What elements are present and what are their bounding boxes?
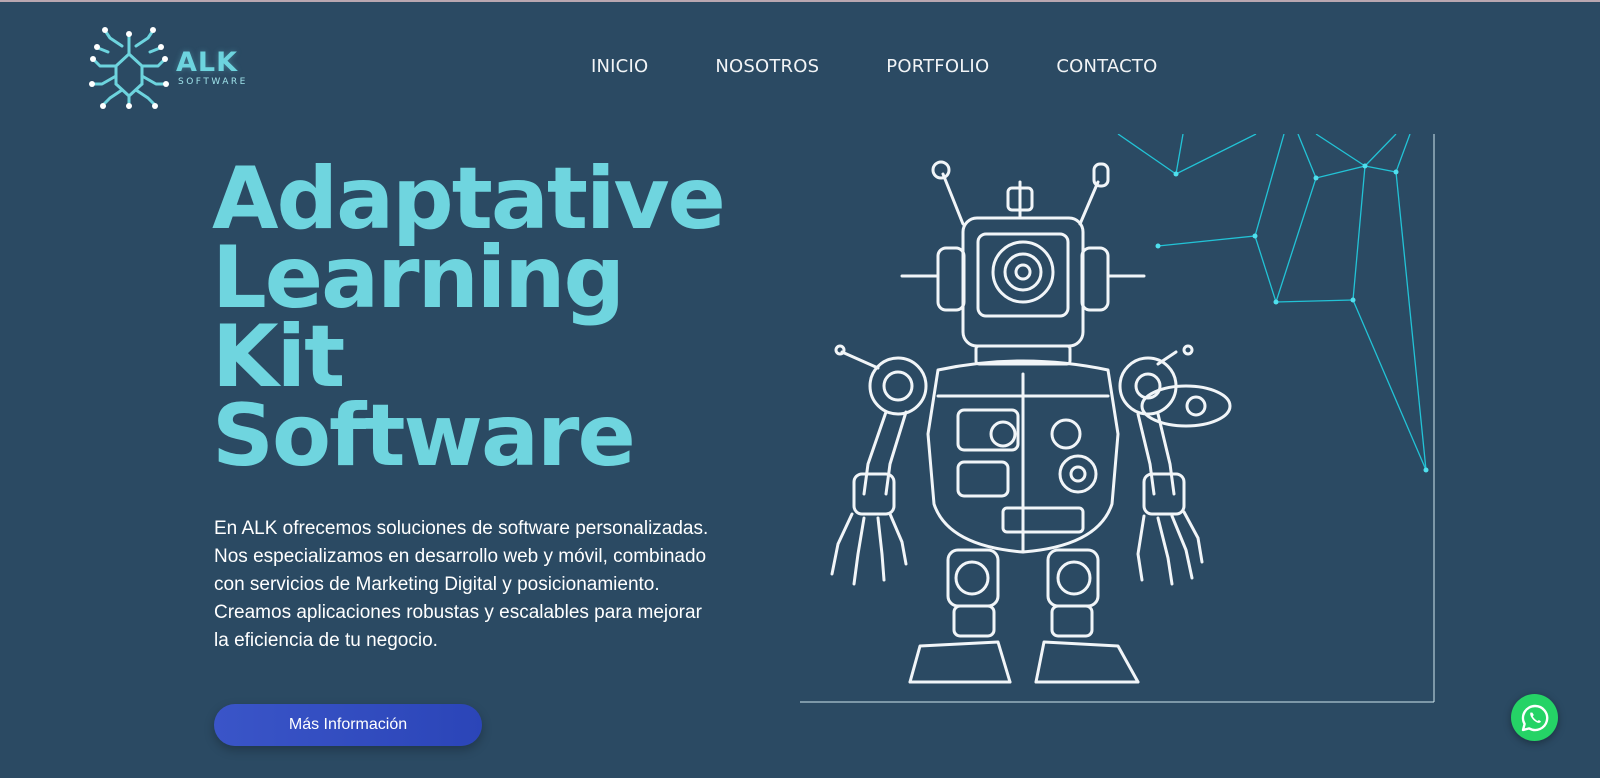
hero-title: Adaptative Learning Kit Software: [212, 156, 772, 486]
brand-tagline: SOFTWARE: [178, 76, 248, 87]
robot-icon: [800, 134, 1435, 703]
main-nav: INICIO NOSOTROS PORTFOLIO CONTACTO: [591, 56, 1157, 77]
circuit-icon: [89, 27, 169, 109]
nav-item-nosotros[interactable]: NOSOTROS: [715, 56, 819, 77]
hero-illustration: [798, 134, 1435, 704]
whatsapp-button[interactable]: [1511, 694, 1558, 741]
more-info-button[interactable]: Más Información: [214, 704, 482, 746]
nav-item-portfolio[interactable]: PORTFOLIO: [886, 56, 989, 77]
brand-text: ALK SOFTWARE: [176, 46, 248, 88]
hero-title-line: Software: [212, 386, 636, 486]
landing-page: ALK SOFTWARE INICIO NOSOTROS PORTFOLIO C…: [0, 0, 1600, 778]
brand-logo[interactable]: ALK SOFTWARE: [86, 24, 248, 112]
hero-description: En ALK ofrecemos soluciones de software …: [214, 518, 709, 651]
whatsapp-icon: [1521, 704, 1548, 731]
brand-name: ALK: [176, 46, 239, 78]
nav-item-contacto[interactable]: CONTACTO: [1056, 56, 1157, 77]
nav-item-inicio[interactable]: INICIO: [591, 56, 648, 77]
